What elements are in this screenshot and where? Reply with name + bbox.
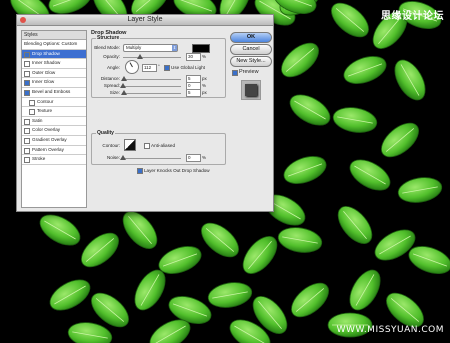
style-item-checkbox[interactable] [24, 128, 30, 135]
style-item[interactable]: Bevel and Emboss [22, 88, 86, 98]
preview-checkbox[interactable] [232, 70, 238, 76]
style-item-checkbox[interactable] [24, 70, 30, 77]
spread-unit: % [202, 83, 207, 88]
style-item[interactable]: Outer Glow [22, 69, 86, 79]
style-item-label: Satin [32, 117, 43, 123]
window-title: Layer Style [127, 16, 163, 23]
drop-shadow-panel: Drop Shadow Structure Blend Mode: Multip… [89, 30, 226, 208]
opacity-unit: % [202, 54, 207, 59]
style-item[interactable]: Inner Glow [22, 78, 86, 88]
style-item-label: Drop Shadow [32, 50, 60, 56]
angle-field[interactable]: 112 [142, 64, 157, 72]
preview-label: Preview [239, 69, 259, 75]
style-item-label: Outer Glow [32, 69, 56, 75]
styles-list: Styles Blending Options: Custom Drop Shad… [21, 30, 87, 208]
style-item-checkbox[interactable] [24, 118, 30, 125]
size-field[interactable]: 5 [186, 89, 201, 97]
style-item-label: Inner Shadow [32, 60, 61, 66]
angle-label: Angle: [106, 65, 120, 70]
style-item-checkbox[interactable] [24, 61, 30, 68]
style-item[interactable]: Blending Options: Custom [22, 40, 86, 50]
knockout-label: Layer Knocks Out Drop Shadow [144, 168, 210, 173]
style-item-checkbox[interactable] [24, 147, 30, 154]
style-item-label: Bevel and Emboss [32, 88, 71, 94]
opacity-field[interactable]: 30 [186, 53, 201, 61]
chevron-updown-icon: ⇕ [172, 45, 177, 51]
opacity-slider[interactable] [123, 54, 181, 59]
use-global-light-checkbox[interactable] [164, 65, 170, 71]
blend-mode-select[interactable]: Multiply ⇕ [123, 44, 178, 52]
contour-preview[interactable] [124, 139, 136, 151]
style-item[interactable]: Drop Shadow [22, 49, 86, 60]
knockout-checkbox[interactable] [137, 168, 143, 174]
watermark-top: 思缘设计论坛 [381, 11, 444, 22]
titlebar: Layer Style [17, 15, 273, 26]
style-item[interactable]: Texture [22, 107, 86, 117]
style-item-label: Texture [37, 108, 53, 114]
layer-style-dialog: Layer Style Styles Blending Options: Cus… [16, 14, 274, 212]
close-window-icon[interactable] [20, 17, 26, 23]
angle-dial[interactable] [125, 60, 139, 74]
blend-mode-value: Multiply [126, 45, 142, 50]
size-slider-thumb[interactable] [121, 90, 128, 95]
style-item-label: Pattern Overlay [32, 146, 64, 152]
watermark-bottom: WWW.MISSYUAN.COM [336, 325, 444, 335]
new-style-button[interactable]: New Style... [230, 56, 272, 67]
use-global-light-label: Use Global Light [171, 65, 205, 70]
noise-field[interactable]: 0 [186, 154, 201, 162]
styles-header[interactable]: Styles [22, 31, 86, 40]
style-item[interactable]: Pattern Overlay [22, 146, 86, 156]
opacity-label: Opacity: [103, 54, 120, 59]
noise-unit: % [202, 155, 207, 160]
style-item-label: Stroke [32, 156, 46, 162]
style-item[interactable]: Inner Shadow [22, 59, 86, 69]
style-preview-thumbnail [241, 80, 261, 100]
distance-slider[interactable] [121, 76, 181, 81]
style-item[interactable]: Satin [22, 117, 86, 127]
spread-slider[interactable] [120, 83, 181, 88]
size-slider[interactable] [121, 90, 181, 95]
distance-slider-thumb[interactable] [121, 76, 128, 81]
anti-aliased-checkbox[interactable] [144, 143, 150, 149]
style-item[interactable]: Gradient Overlay [22, 136, 86, 146]
angle-unit: ° [158, 64, 160, 69]
noise-slider-thumb[interactable] [120, 155, 126, 160]
style-item-label: Gradient Overlay [32, 136, 67, 142]
ok-button[interactable]: OK [230, 32, 272, 43]
anti-aliased-label: Anti-aliased [151, 143, 176, 148]
quality-legend: Quality [96, 130, 115, 136]
spread-label: Spread: [103, 83, 120, 88]
blend-mode-label: Blend Mode: [94, 45, 120, 50]
noise-slider[interactable] [120, 155, 181, 160]
size-unit: px [202, 90, 207, 95]
style-item-label: Inner Glow [32, 79, 55, 85]
style-item[interactable]: Stroke [22, 155, 86, 165]
structure-legend: Structure [96, 35, 121, 41]
style-item-checkbox[interactable] [29, 99, 35, 106]
quality-group: Quality Contour: Anti-aliased Noise: 0 % [91, 130, 226, 165]
opacity-slider-thumb[interactable] [137, 54, 144, 59]
style-item[interactable]: Color Overlay [22, 126, 86, 136]
size-label: Size: [109, 90, 120, 95]
distance-label: Distance: [100, 76, 120, 81]
shadow-color-swatch[interactable] [192, 44, 210, 53]
style-item-label: Blending Options: Custom [24, 41, 78, 46]
style-item[interactable]: Contour [22, 98, 86, 108]
cancel-button[interactable]: Cancel [230, 44, 272, 55]
style-item-checkbox[interactable] [24, 137, 30, 144]
noise-label: Noise: [106, 155, 120, 160]
distance-unit: px [202, 76, 207, 81]
contour-label: Contour: [102, 143, 120, 148]
style-item-checkbox[interactable] [24, 80, 30, 87]
style-item-checkbox[interactable] [29, 109, 35, 116]
style-item-checkbox[interactable] [24, 51, 30, 58]
structure-group: Structure Blend Mode: Multiply ⇕ Opacity… [91, 35, 226, 98]
style-item-checkbox[interactable] [24, 157, 30, 164]
style-item-checkbox[interactable] [24, 89, 30, 96]
style-item-label: Contour [37, 98, 54, 104]
spread-slider-thumb[interactable] [120, 83, 126, 88]
style-item-label: Color Overlay [32, 127, 61, 133]
